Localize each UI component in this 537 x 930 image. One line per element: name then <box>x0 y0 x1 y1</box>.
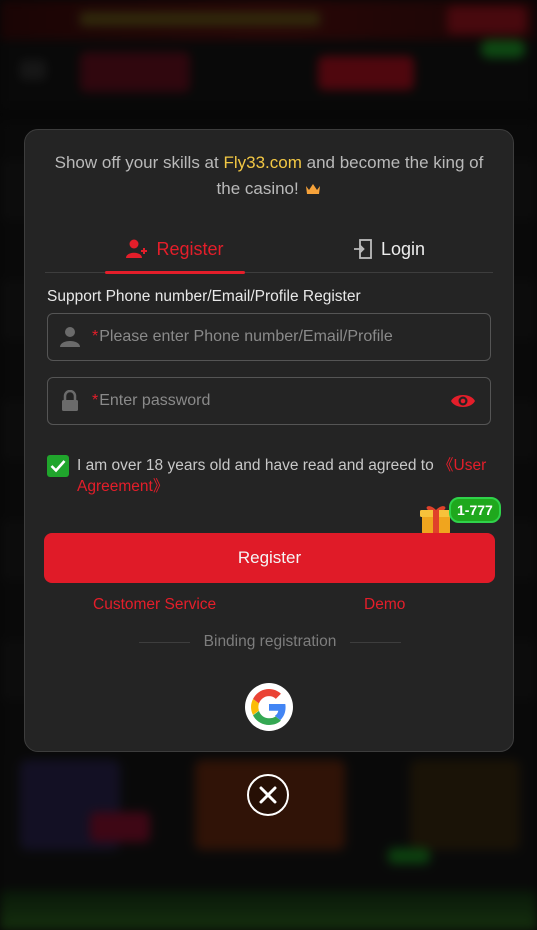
promo-text: Show off your skills at Fly33.com and be… <box>45 150 493 202</box>
customer-service-link[interactable]: Customer Service <box>93 596 216 614</box>
tab-register-label: Register <box>156 238 224 259</box>
close-icon <box>259 786 277 804</box>
user-icon <box>60 327 80 347</box>
register-modal: Show off your skills at Fly33.com and be… <box>24 129 514 752</box>
user-icon-wrap <box>48 326 92 348</box>
crown-icon <box>306 184 321 194</box>
password-field[interactable]: * Enter password <box>47 377 491 425</box>
agreement-checkbox[interactable] <box>47 455 69 477</box>
support-label: Support Phone number/Email/Profile Regis… <box>47 288 361 305</box>
agreement-row: I am over 18 years old and have read and… <box>47 455 495 497</box>
demo-link[interactable]: Demo <box>364 596 405 614</box>
tab-register[interactable]: Register <box>105 226 245 274</box>
phone-email-field[interactable]: * Please enter Phone number/Email/Profile <box>47 313 491 361</box>
gift-badge[interactable]: 1-777 <box>449 497 501 523</box>
password-input[interactable] <box>92 377 490 425</box>
binding-label: Binding registration <box>203 633 337 650</box>
eye-icon[interactable] <box>450 390 476 412</box>
divider-line <box>350 641 402 643</box>
binding-divider: Binding registration <box>139 633 402 651</box>
tab-login[interactable]: Login <box>329 226 449 272</box>
divider-line <box>139 641 190 643</box>
login-icon <box>353 239 372 259</box>
add-user-icon <box>126 239 148 258</box>
checkmark-icon <box>50 460 66 473</box>
brand-link: Fly33.com <box>223 153 302 172</box>
agreement-text: I am over 18 years old and have read and… <box>77 455 495 497</box>
gift-icon[interactable] <box>419 502 453 536</box>
lock-icon-wrap <box>48 390 92 412</box>
register-button[interactable]: Register <box>44 533 495 583</box>
auth-tabs: Register Login <box>45 226 493 274</box>
google-login-button[interactable] <box>245 683 293 731</box>
agreement-label: I am over 18 years old and have read and… <box>77 457 439 474</box>
google-icon <box>251 689 286 725</box>
phone-email-input[interactable] <box>92 313 490 361</box>
lock-icon <box>62 390 78 411</box>
tab-login-label: Login <box>380 238 426 259</box>
close-modal-button[interactable] <box>247 774 289 816</box>
promo-text-before: Show off your skills at <box>54 153 224 172</box>
